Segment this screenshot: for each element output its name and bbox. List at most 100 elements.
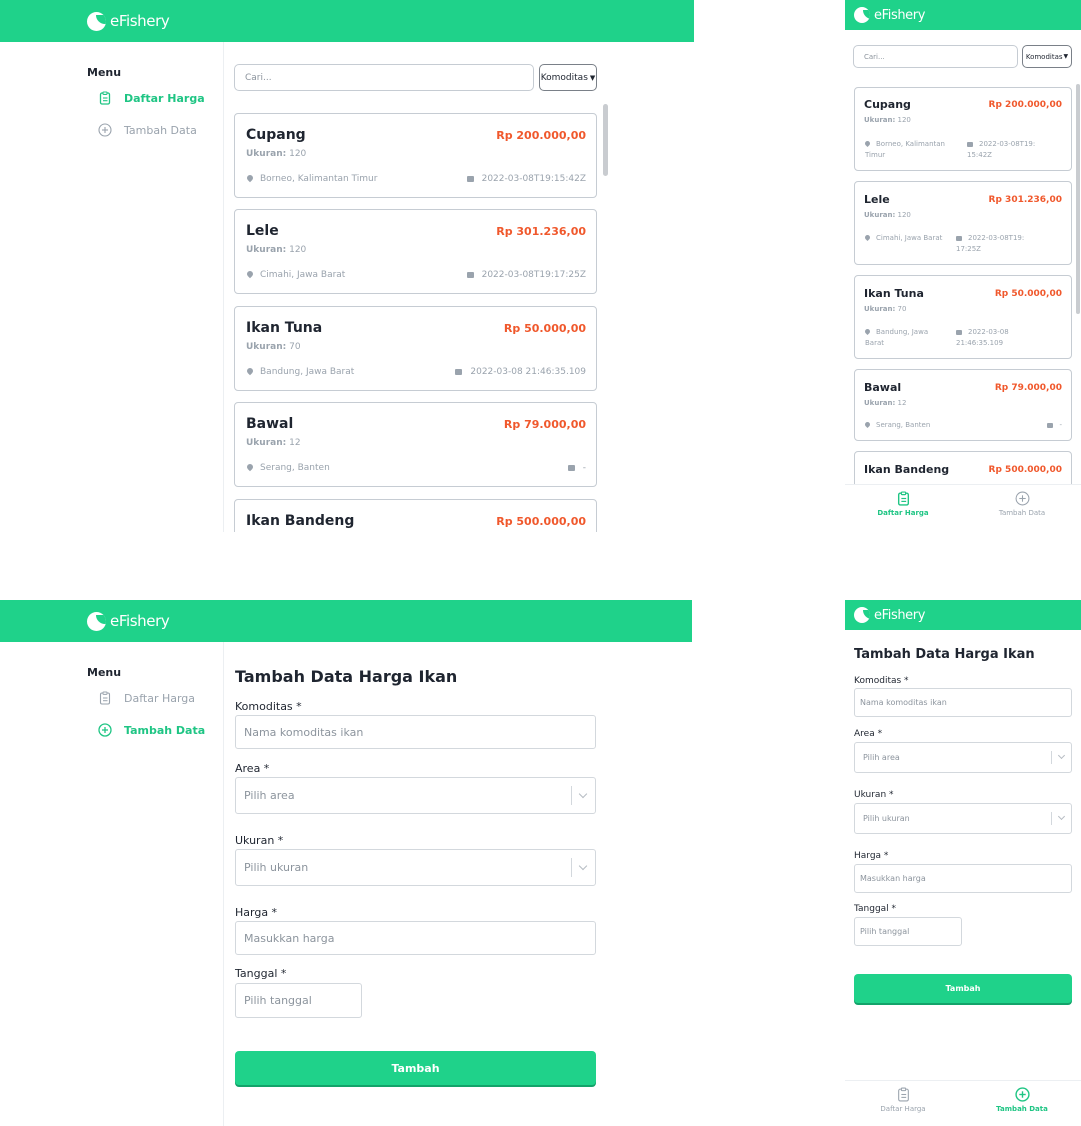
select-divider	[571, 786, 572, 805]
list-item[interactable]: Bawal Rp 79.000,00 Ukuran: 12 Serang, Ba…	[234, 402, 597, 487]
bottom-nav-tambah-data[interactable]: Tambah Data	[977, 491, 1067, 517]
chevron-down-icon	[578, 861, 588, 871]
item-date: 2022-03-08 21:46:35.109	[455, 367, 586, 377]
menu-heading: Menu	[87, 666, 122, 679]
tanggal-label: Tanggal *	[854, 904, 897, 914]
ukuran-select[interactable]: Pilih ukuran	[854, 803, 1072, 834]
komoditas-input[interactable]: Nama komoditas ikan	[854, 688, 1072, 717]
item-date: -	[567, 463, 586, 473]
mobile-list-view: eFishery Cari... Komoditas ▼ Cupang Rp 20…	[845, 0, 1081, 532]
list-item[interactable]: Bawal Rp 79.000,00 Ukuran: 12 Serang, Ba…	[854, 369, 1072, 441]
brand-logo[interactable]: eFishery	[87, 611, 170, 631]
list-item[interactable]: Ikan Bandeng Rp 500.000,00	[234, 499, 597, 532]
bottom-nav-label: Daftar Harga	[880, 1105, 926, 1113]
item-price: Rp 500.000,00	[988, 465, 1062, 475]
brand-logo[interactable]: eFishery	[87, 11, 170, 31]
item-location: Bandung, Jawa Barat	[863, 327, 929, 347]
ukuran-select[interactable]: Pilih ukuran	[235, 849, 596, 886]
komoditas-label: Komoditas *	[235, 700, 302, 713]
select-divider	[1051, 812, 1052, 825]
list-item[interactable]: Ikan Tuna Rp 50.000,00 Ukuran: 70 Bandun…	[234, 306, 597, 391]
search-input[interactable]: Cari...	[853, 45, 1018, 68]
area-select[interactable]: Pilih area	[235, 777, 596, 814]
item-name: Ikan Tuna	[246, 320, 323, 336]
item-date: 2022-03-08T19:15:42Z	[967, 140, 1036, 159]
list-item[interactable]: Cupang Rp 200.000,00 Ukuran: 120 Borneo,…	[234, 113, 597, 198]
efishery-logo-icon	[854, 607, 870, 623]
clipboard-list-icon	[896, 491, 911, 506]
item-size: Ukuran: 12	[246, 438, 301, 448]
calendar-icon	[1047, 422, 1054, 428]
komoditas-label: Komoditas *	[854, 676, 909, 686]
komoditas-filter-select[interactable]: Komoditas ▼	[539, 64, 597, 91]
item-date: -	[1047, 421, 1062, 429]
bottom-nav: Daftar Harga Tambah Data	[845, 1080, 1081, 1126]
item-size: Ukuran: 70	[864, 305, 907, 313]
calendar-icon	[466, 271, 474, 278]
list-scrollbar[interactable]	[603, 104, 608, 176]
item-size: Ukuran: 120	[864, 116, 911, 124]
item-name: Ikan Bandeng	[246, 513, 355, 529]
bottom-nav-daftar-harga[interactable]: Daftar Harga	[858, 1087, 948, 1113]
sidebar-item-daftar-harga[interactable]: Daftar Harga	[98, 691, 195, 705]
ukuran-label: Ukuran *	[854, 790, 894, 800]
ukuran-select-value: Pilih ukuran	[244, 861, 309, 874]
sidebar: Menu Daftar Harga Tambah Data	[0, 642, 224, 1126]
sidebar-item-label: Tambah Data	[124, 723, 206, 737]
tanggal-input[interactable]: Pilih tanggal	[854, 917, 962, 946]
desktop-list-view: eFishery Menu Daftar Harga Tambah Data C…	[0, 0, 694, 532]
sidebar: Menu Daftar Harga Tambah Data	[0, 42, 224, 532]
brand-name: eFishery	[110, 612, 170, 630]
map-pin-icon	[245, 462, 255, 472]
brand-name: eFishery	[874, 607, 925, 623]
item-location: Cimahi, Jawa Barat	[863, 233, 945, 244]
sidebar-item-tambah-data[interactable]: Tambah Data	[98, 123, 197, 137]
list-item[interactable]: Cupang Rp 200.000,00 Ukuran: 120 Borneo,…	[854, 87, 1072, 171]
list-item[interactable]: Lele Rp 301.236,00 Ukuran: 120 Cimahi, J…	[234, 209, 597, 294]
select-divider	[1051, 751, 1052, 764]
brand-logo[interactable]: eFishery	[854, 607, 925, 623]
tanggal-input[interactable]: Pilih tanggal	[235, 983, 362, 1018]
bottom-nav-daftar-harga[interactable]: Daftar Harga	[858, 491, 948, 517]
plus-circle-icon	[1014, 1087, 1030, 1102]
list-item[interactable]: Lele Rp 301.236,00 Ukuran: 120 Cimahi, J…	[854, 181, 1072, 265]
item-name: Lele	[864, 193, 890, 206]
map-pin-icon	[863, 139, 872, 148]
clipboard-list-icon	[896, 1087, 911, 1102]
item-price: Rp 500.000,00	[496, 515, 586, 528]
item-name: Ikan Bandeng	[864, 463, 950, 476]
item-date: 2022-03-08T19:15:42Z	[466, 174, 586, 184]
map-pin-icon	[863, 420, 872, 429]
bottom-nav: Daftar Harga Tambah Data	[845, 484, 1081, 530]
clipboard-list-icon	[98, 691, 112, 705]
list-item[interactable]: Ikan Tuna Rp 50.000,00 Ukuran: 70 Bandun…	[854, 275, 1072, 359]
brand-logo[interactable]: eFishery	[854, 7, 925, 23]
item-name: Bawal	[864, 381, 902, 394]
chevron-down-icon	[1057, 751, 1066, 760]
chevron-down-icon	[578, 789, 588, 799]
area-select[interactable]: Pilih area	[854, 742, 1072, 773]
komoditas-input[interactable]: Nama komoditas ikan	[235, 715, 596, 749]
efishery-logo-icon	[87, 611, 106, 631]
sidebar-item-daftar-harga[interactable]: Daftar Harga	[98, 91, 205, 105]
komoditas-filter-select[interactable]: Komoditas ▼	[1022, 45, 1072, 68]
clipboard-list-icon	[98, 91, 112, 105]
brand-name: eFishery	[874, 7, 925, 23]
bottom-nav-tambah-data[interactable]: Tambah Data	[977, 1087, 1067, 1113]
area-label: Area *	[854, 729, 883, 739]
item-location: Cimahi, Jawa Barat	[245, 269, 345, 280]
harga-input[interactable]: Masukkan harga	[854, 864, 1072, 893]
search-input[interactable]: Cari...	[234, 64, 534, 91]
item-price: Rp 79.000,00	[503, 418, 586, 431]
area-label: Area *	[235, 762, 270, 775]
brand-name: eFishery	[110, 12, 170, 30]
sidebar-item-tambah-data[interactable]: Tambah Data	[98, 723, 205, 737]
map-pin-icon	[245, 366, 255, 376]
tambah-button[interactable]: Tambah	[854, 974, 1072, 1003]
harga-input[interactable]: Masukkan harga	[235, 921, 596, 955]
calendar-icon	[967, 141, 973, 147]
tambah-button[interactable]: Tambah	[235, 1051, 596, 1085]
map-pin-icon	[245, 173, 255, 183]
list-scrollbar[interactable]	[1076, 84, 1080, 314]
form-title: Tambah Data Harga Ikan	[854, 647, 1035, 662]
